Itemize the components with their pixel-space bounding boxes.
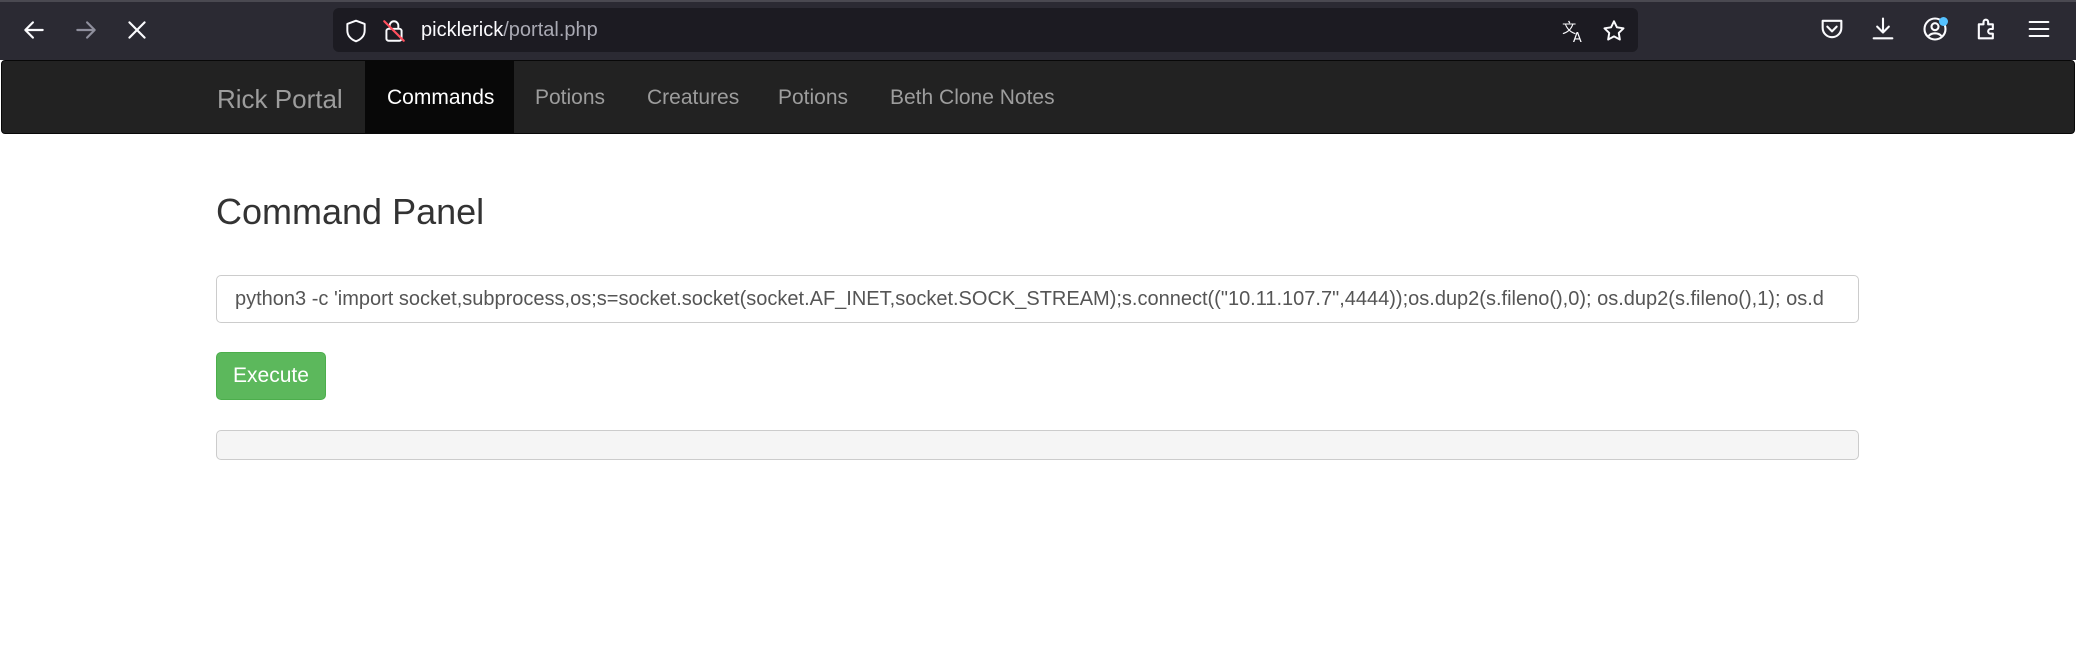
tab-strip-edge [0, 0, 2076, 2]
stop-button[interactable] [121, 14, 153, 46]
menu-icon [2028, 20, 2050, 38]
forward-icon [76, 21, 96, 39]
app-menu-button[interactable] [2025, 15, 2055, 45]
account-button[interactable] [1921, 15, 1951, 45]
url-text[interactable]: picklerick/portal.php [421, 18, 598, 42]
page-title: Command Panel [216, 191, 485, 232]
pocket-icon [1821, 19, 1843, 39]
svg-text:A: A [1573, 31, 1582, 44]
address-bar[interactable]: picklerick/portal.php 文A [333, 8, 1638, 52]
account-notification-dot [1939, 17, 1948, 26]
stop-icon [128, 21, 146, 39]
pocket-button[interactable] [1818, 15, 1848, 45]
translate-icon[interactable]: 文A [1561, 18, 1587, 44]
nav-item-commands[interactable]: Commands [365, 61, 514, 133]
bookmark-star-icon[interactable] [1601, 18, 1627, 44]
back-button[interactable] [18, 14, 50, 46]
nav-item-creatures[interactable]: Creatures [626, 61, 739, 133]
command-input[interactable] [216, 275, 1859, 323]
nav-item-potions-2[interactable]: Potions [757, 61, 848, 133]
site-navbar: Rick Portal Commands Potions Creatures P… [1, 60, 2075, 134]
url-host: picklerick [421, 19, 504, 41]
shield-icon[interactable] [343, 18, 369, 44]
download-icon [1872, 17, 1894, 40]
nav-item-beth-clone-notes[interactable]: Beth Clone Notes [869, 61, 1055, 133]
insecure-lock-icon[interactable] [381, 18, 407, 44]
back-icon [24, 21, 44, 39]
nav-item-potions[interactable]: Potions [514, 61, 605, 133]
execute-button[interactable]: Execute [216, 352, 326, 400]
url-path: /portal.php [503, 19, 598, 41]
browser-toolbar: picklerick/portal.php 文A [0, 0, 2076, 60]
command-output [216, 430, 1859, 460]
downloads-button[interactable] [1869, 15, 1899, 45]
extensions-button[interactable] [1973, 15, 2003, 45]
extensions-icon [1977, 18, 1994, 40]
brand-link[interactable]: Rick Portal [217, 85, 343, 113]
forward-button[interactable] [70, 14, 102, 46]
